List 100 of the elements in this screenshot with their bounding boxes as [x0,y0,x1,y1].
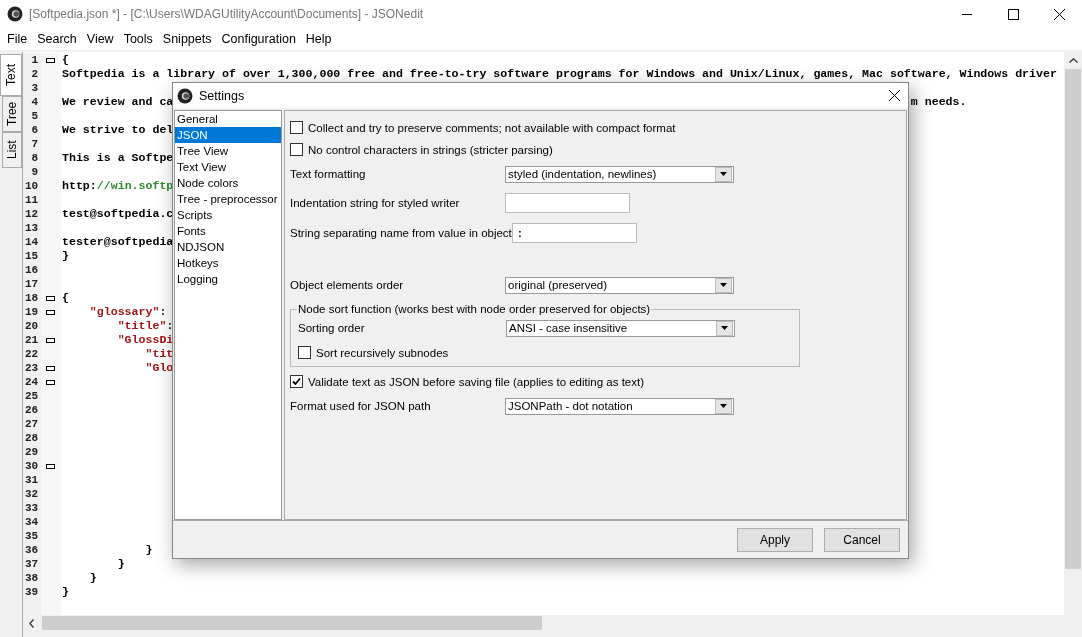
fold-icon[interactable] [46,337,56,343]
checkbox[interactable] [290,121,303,134]
line-number: 23 [23,362,39,374]
code-line: Softpedia is a library of over 1,300,000 free and free-to-try software programs for Windows and Unix/Linux, games, Mac software, Windows driver [62,67,1057,80]
line-number: 32 [23,488,39,500]
code-line: test@softpedia.c [62,207,174,220]
category-item[interactable]: Hotkeys [175,255,281,271]
code-line: "Glo [144,361,174,374]
line-number: 9 [30,166,39,178]
input-field[interactable] [505,192,630,213]
dialog-button[interactable]: Apply [737,527,813,552]
field-label: Format used for JSON path [290,400,432,412]
menu-item[interactable]: View [81,32,119,46]
category-item[interactable]: Logging [175,271,281,287]
category-item[interactable]: Fonts [175,223,281,239]
code-line: This is a Softpe [62,151,174,164]
code-line: http://win.softp [62,179,174,192]
line-number: 7 [30,138,39,150]
category-item[interactable]: JSON [175,127,281,143]
dropdown[interactable]: ANSI - case insensitive [506,319,735,337]
dropdown[interactable]: JSONPath - dot notation [505,397,734,415]
category-item[interactable]: General [175,111,281,127]
line-number: 39 [23,586,39,598]
checkbox[interactable] [298,346,311,359]
field-label: Sorting order [298,322,366,334]
maximize-icon[interactable] [1008,8,1019,20]
line-number: 11 [23,194,39,206]
line-number: 38 [23,572,39,584]
category-item[interactable]: Tree View [175,143,281,159]
menu-item[interactable]: Tools [118,32,158,46]
line-number: 1 [30,54,39,66]
code-line: "glossary": [88,305,167,318]
fold-icon[interactable] [46,309,56,315]
line-number: 22 [23,348,39,360]
code-line: } [88,571,97,584]
field-label: Indentation string for styled writer [290,196,461,209]
menu-item[interactable]: Configuration [216,32,301,46]
fold-icon[interactable] [46,57,56,63]
line-number: 24 [23,376,39,388]
line-number: 34 [23,516,39,528]
dropdown[interactable]: styled (indentation, newlines) [505,165,734,183]
checkbox[interactable] [290,375,303,388]
scroll-left-icon[interactable] [29,618,34,628]
checkbox-label: Collect and try to preserve comments; not available with compact format [308,121,676,134]
side-tab[interactable]: Text [0,54,22,96]
close-icon[interactable] [1054,8,1065,20]
field-label: Object elements order [290,279,405,291]
code-line: } [144,543,153,556]
field-label: String separating name from value in object [290,226,512,239]
input-field[interactable]: : [511,222,637,243]
line-number: 13 [23,222,39,234]
side-tab[interactable]: List [2,132,22,168]
line-number: 33 [23,502,39,514]
line-number: 27 [23,418,39,430]
category-item[interactable]: Tree - preprocessor [175,191,281,207]
scrollbar-thumb[interactable] [1065,69,1081,569]
code-line: } [62,585,69,598]
code-line: "tit [144,347,174,360]
fold-icon[interactable] [46,379,56,385]
category-item[interactable]: NDJSON [175,239,281,255]
scroll-up-icon[interactable] [1068,58,1078,63]
fold-icon[interactable] [46,295,56,301]
code-line: m needs. [910,95,967,108]
side-tab[interactable]: Tree [2,96,22,132]
fold-icon[interactable] [46,365,56,371]
code-line: } [62,249,69,262]
menu-item[interactable]: Search [32,32,82,46]
dropdown[interactable]: original (preserved) [505,276,734,294]
menu-item[interactable]: Snippets [157,32,217,46]
checkbox-label: Validate text as JSON before saving file (applies to editing as text) [308,375,644,388]
line-number: 37 [23,558,39,570]
group-title: Node sort function (works best with node order preserved for objects) [297,303,652,315]
menu-item[interactable]: File [2,32,33,46]
line-number: 4 [30,96,39,108]
fold-icon[interactable] [46,463,56,469]
category-item[interactable]: Scripts [175,207,281,223]
field-label: Text formatting [290,168,367,180]
line-number: 5 [30,110,39,122]
menu-item[interactable]: Help [300,32,337,46]
line-number: 6 [30,124,39,136]
app-icon [7,6,23,22]
line-number: 16 [23,264,39,276]
line-number: 10 [23,180,39,192]
line-number: 21 [23,334,39,346]
app-icon [177,87,193,104]
dialog-button[interactable]: Cancel [824,527,900,552]
line-number: 35 [23,530,39,542]
line-number: 20 [23,320,39,332]
caret-icon [721,326,728,330]
line-number: 25 [23,390,39,402]
close-icon[interactable] [889,90,900,101]
dialog-title: Settings [199,88,245,103]
checkbox[interactable] [290,143,303,156]
caret-icon [720,404,727,408]
scrollbar-thumb[interactable] [42,616,542,630]
category-item[interactable]: Text View [175,159,281,175]
line-number: 36 [23,544,39,556]
line-number: 18 [23,292,39,304]
code-line: tester@softpedia [62,235,174,248]
category-item[interactable]: Node colors [175,175,281,191]
